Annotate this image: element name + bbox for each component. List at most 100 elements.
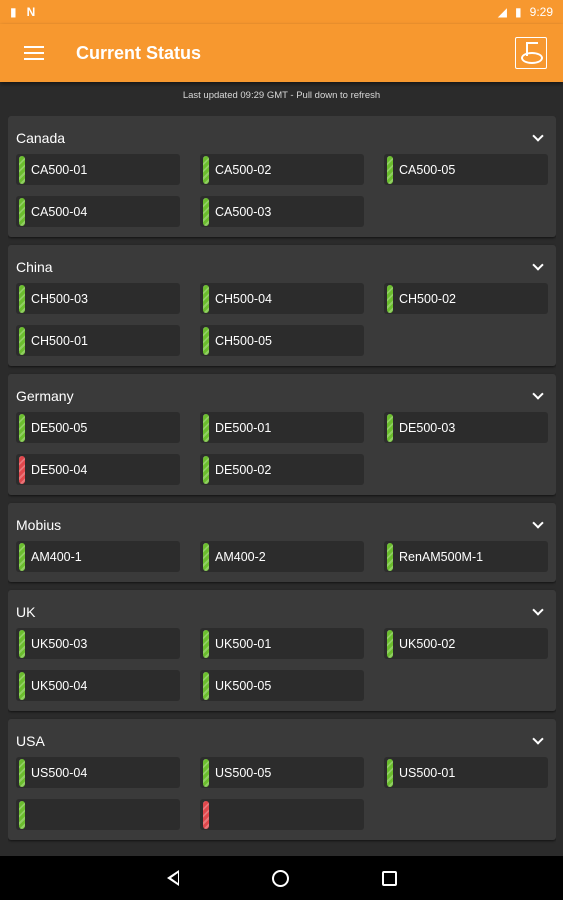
status-ok-indicator	[19, 326, 25, 355]
machine-name: CA500-01	[31, 162, 88, 177]
app-bar: Current Status	[0, 24, 563, 82]
chevron-down-icon[interactable]	[532, 259, 544, 271]
status-ok-indicator	[203, 326, 209, 355]
chevron-down-icon[interactable]	[532, 130, 544, 142]
app-logo-icon[interactable]	[515, 37, 547, 69]
status-error-indicator	[19, 455, 25, 484]
status-list[interactable]: Canada CA500-01 CA500-02 CA500-05 CA500-04 CA…	[8, 116, 556, 856]
status-ok-indicator	[387, 413, 393, 442]
back-icon[interactable]	[166, 870, 179, 886]
machine-tile[interactable]: CH500-03	[16, 283, 180, 314]
machine-tile[interactable]: UK500-02	[384, 628, 548, 659]
chevron-down-icon[interactable]	[532, 388, 544, 400]
machine-name: CA500-02	[215, 162, 272, 177]
group-title: Canada	[16, 130, 66, 146]
machine-tile[interactable]: DE500-01	[200, 412, 364, 443]
machine-tile[interactable]	[16, 799, 180, 830]
location-group: China CH500-03 CH500-04 CH500-02 CH500-01 CH5…	[8, 245, 556, 366]
group-header[interactable]: UK	[16, 600, 548, 624]
status-ok-indicator	[387, 629, 393, 658]
system-nav-bar	[0, 856, 563, 900]
machine-name: AM400-1	[31, 549, 82, 564]
status-ok-indicator	[19, 284, 25, 313]
status-bar-right: ◢ ▮ 9:29	[498, 5, 553, 19]
group-header[interactable]: Canada	[16, 126, 548, 150]
chevron-down-icon[interactable]	[532, 733, 544, 745]
status-ok-indicator	[203, 671, 209, 700]
status-ok-indicator	[19, 671, 25, 700]
status-ok-indicator	[387, 284, 393, 313]
machine-name: AM400-2	[215, 549, 266, 564]
group-header[interactable]: USA	[16, 729, 548, 753]
machine-tile[interactable]: UK500-01	[200, 628, 364, 659]
status-ok-indicator	[19, 542, 25, 571]
status-ok-indicator	[203, 284, 209, 313]
machine-tile[interactable]: CA500-03	[200, 196, 364, 227]
machine-name: DE500-01	[215, 420, 272, 435]
machine-name: CH500-04	[215, 291, 272, 306]
machine-tile[interactable]: CH500-01	[16, 325, 180, 356]
machine-name: RenAM500M-1	[399, 549, 484, 564]
machine-tile[interactable]: CA500-02	[200, 154, 364, 185]
status-ok-indicator	[203, 629, 209, 658]
machine-name: CA500-04	[31, 204, 88, 219]
machine-tile[interactable]: CH500-04	[200, 283, 364, 314]
status-ok-indicator	[203, 542, 209, 571]
machine-tile[interactable]: CA500-05	[384, 154, 548, 185]
status-bar: ▮ N ◢ ▮ 9:29	[0, 0, 563, 24]
status-ok-indicator	[203, 455, 209, 484]
machine-tile[interactable]: DE500-04	[16, 454, 180, 485]
machine-tile[interactable]: DE500-05	[16, 412, 180, 443]
location-group: Canada CA500-01 CA500-02 CA500-05 CA500-04 CA…	[8, 116, 556, 237]
location-group: USA US500-04 US500-05 US500-01	[8, 719, 556, 840]
machine-tile[interactable]: AM400-2	[200, 541, 364, 572]
machine-grid: UK500-03 UK500-01 UK500-02 UK500-04 UK500-05	[16, 628, 548, 701]
machine-tile[interactable]	[200, 799, 364, 830]
machine-tile[interactable]: US500-01	[384, 757, 548, 788]
group-header[interactable]: Germany	[16, 384, 548, 408]
hamburger-menu-icon[interactable]	[24, 46, 44, 60]
machine-name: US500-01	[399, 765, 456, 780]
machine-name: DE500-05	[31, 420, 88, 435]
machine-name: UK500-02	[399, 636, 456, 651]
group-title: Germany	[16, 388, 74, 404]
machine-name: UK500-04	[31, 678, 88, 693]
status-ok-indicator	[387, 542, 393, 571]
machine-name: US500-05	[215, 765, 272, 780]
machine-name: UK500-01	[215, 636, 272, 651]
location-group: UK UK500-03 UK500-01 UK500-02 UK500-04 UK500-…	[8, 590, 556, 711]
machine-tile[interactable]: UK500-03	[16, 628, 180, 659]
machine-tile[interactable]: UK500-04	[16, 670, 180, 701]
machine-grid: CA500-01 CA500-02 CA500-05 CA500-04 CA500-03	[16, 154, 548, 227]
machine-tile[interactable]: CA500-04	[16, 196, 180, 227]
status-ok-indicator	[19, 758, 25, 787]
group-header[interactable]: China	[16, 255, 548, 279]
machine-tile[interactable]: CH500-05	[200, 325, 364, 356]
recent-apps-icon[interactable]	[381, 870, 397, 886]
status-ok-indicator	[19, 197, 25, 226]
group-title: USA	[16, 733, 45, 749]
machine-tile[interactable]: UK500-05	[200, 670, 364, 701]
status-ok-indicator	[19, 629, 25, 658]
home-icon[interactable]	[271, 869, 289, 887]
machine-name: US500-04	[31, 765, 88, 780]
machine-name: CH500-02	[399, 291, 456, 306]
signal-icon: ◢	[497, 5, 508, 19]
chevron-down-icon[interactable]	[532, 604, 544, 616]
machine-name: UK500-03	[31, 636, 88, 651]
chevron-down-icon[interactable]	[532, 517, 544, 529]
group-title: Mobius	[16, 517, 62, 533]
status-ok-indicator	[387, 758, 393, 787]
group-header[interactable]: Mobius	[16, 513, 548, 537]
status-ok-indicator	[19, 800, 25, 829]
machine-tile[interactable]: RenAM500M-1	[384, 541, 548, 572]
machine-tile[interactable]: DE500-02	[200, 454, 364, 485]
machine-tile[interactable]: AM400-1	[16, 541, 180, 572]
machine-tile[interactable]: US500-04	[16, 757, 180, 788]
machine-tile[interactable]: DE500-03	[384, 412, 548, 443]
status-ok-indicator	[203, 758, 209, 787]
machine-tile[interactable]: CH500-02	[384, 283, 548, 314]
machine-tile[interactable]: US500-05	[200, 757, 364, 788]
group-title: UK	[16, 604, 36, 620]
machine-tile[interactable]: CA500-01	[16, 154, 180, 185]
